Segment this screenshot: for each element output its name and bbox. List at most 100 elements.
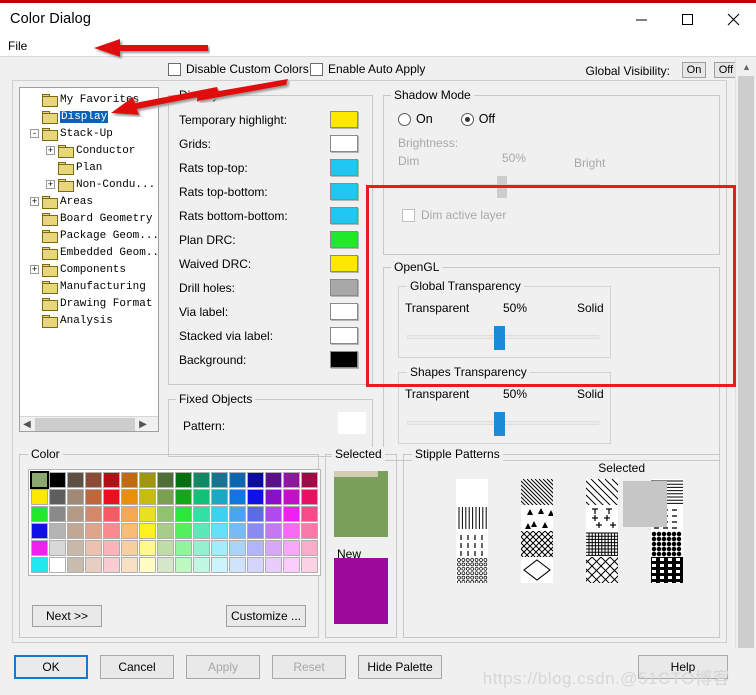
- palette-swatch[interactable]: [103, 540, 120, 556]
- palette-swatch[interactable]: [103, 489, 120, 505]
- tree-item-stack-up[interactable]: - Stack-Up: [22, 125, 158, 142]
- palette-swatch[interactable]: [157, 540, 174, 556]
- display-color-swatch[interactable]: [330, 351, 358, 368]
- palette-swatch[interactable]: [211, 472, 228, 488]
- palette-swatch[interactable]: [301, 523, 318, 539]
- diagonal-crosshatch-pattern[interactable]: [521, 531, 553, 557]
- palette-swatch[interactable]: [31, 557, 48, 573]
- palette-swatch[interactable]: [157, 489, 174, 505]
- brightness-slider[interactable]: [400, 176, 600, 198]
- palette-swatch[interactable]: [67, 540, 84, 556]
- palette-swatch[interactable]: [139, 489, 156, 505]
- palette-swatch[interactable]: [283, 472, 300, 488]
- display-color-swatch[interactable]: [330, 159, 358, 176]
- diagonal-lines-up-pattern[interactable]: [521, 479, 553, 505]
- palette-swatch[interactable]: [193, 472, 210, 488]
- maximize-icon[interactable]: [664, 3, 710, 35]
- display-color-swatch[interactable]: [330, 135, 358, 152]
- palette-swatch[interactable]: [67, 523, 84, 539]
- palette-swatch[interactable]: [31, 506, 48, 522]
- help-button[interactable]: Help: [638, 655, 728, 679]
- fixed-pattern-swatch[interactable]: [338, 412, 366, 434]
- scroll-right-icon[interactable]: ▶: [136, 417, 150, 432]
- tree-item-manufacturing[interactable]: Manufacturing: [22, 278, 158, 295]
- palette-swatch[interactable]: [67, 506, 84, 522]
- disable-custom-colors-checkbox[interactable]: Disable Custom Colors: [168, 62, 309, 76]
- vertical-scrollbar[interactable]: ▲ ▼: [735, 58, 756, 695]
- ok-button[interactable]: OK: [14, 655, 88, 679]
- palette-swatch[interactable]: [85, 540, 102, 556]
- palette-swatch[interactable]: [283, 506, 300, 522]
- palette-swatch[interactable]: [193, 523, 210, 539]
- expand-icon[interactable]: +: [46, 146, 55, 155]
- tree-item-components[interactable]: + Components: [22, 261, 158, 278]
- expand-icon[interactable]: +: [30, 197, 39, 206]
- palette-swatch[interactable]: [193, 540, 210, 556]
- color-palette[interactable]: [28, 469, 321, 576]
- tree-item-embedded-geom[interactable]: Embedded Geom...: [22, 244, 158, 261]
- palette-swatch[interactable]: [175, 540, 192, 556]
- palette-swatch[interactable]: [301, 472, 318, 488]
- vertical-lines-pattern[interactable]: [456, 505, 488, 531]
- palette-swatch[interactable]: [301, 540, 318, 556]
- scroll-left-icon[interactable]: ◀: [20, 417, 34, 432]
- tree-item-plan[interactable]: Plan: [22, 159, 158, 176]
- tree-item-display[interactable]: Display: [22, 108, 158, 125]
- palette-swatch[interactable]: [175, 557, 192, 573]
- display-color-swatch[interactable]: [330, 183, 358, 200]
- dim-active-layer-checkbox[interactable]: Dim active layer: [402, 208, 506, 222]
- display-color-swatch[interactable]: [330, 231, 358, 248]
- display-color-swatch[interactable]: [330, 327, 358, 344]
- palette-swatch[interactable]: [103, 472, 120, 488]
- palette-swatch[interactable]: [31, 540, 48, 556]
- palette-swatch[interactable]: [49, 506, 66, 522]
- palette-swatch[interactable]: [211, 506, 228, 522]
- palette-swatch[interactable]: [283, 540, 300, 556]
- palette-swatch[interactable]: [175, 523, 192, 539]
- tree-item-my-favorites[interactable]: My Favorites: [22, 91, 158, 108]
- circles-pattern[interactable]: [456, 557, 488, 583]
- palette-swatch[interactable]: [121, 506, 138, 522]
- palette-swatch[interactable]: [49, 557, 66, 573]
- next-button[interactable]: Next >>: [32, 605, 102, 627]
- hide-palette-button[interactable]: Hide Palette: [358, 655, 442, 679]
- palette-swatch[interactable]: [247, 489, 264, 505]
- layer-tree-list[interactable]: My Favorites Display - Stack-Up + Conductor Pl…: [20, 88, 158, 415]
- palette-swatch[interactable]: [139, 506, 156, 522]
- palette-swatch[interactable]: [301, 506, 318, 522]
- reset-button[interactable]: Reset: [272, 655, 346, 679]
- palette-swatch[interactable]: [265, 489, 282, 505]
- palette-swatch[interactable]: [121, 489, 138, 505]
- palette-swatch[interactable]: [229, 506, 246, 522]
- palette-swatch[interactable]: [121, 540, 138, 556]
- tree-item-board-geometry[interactable]: Board Geometry: [22, 210, 158, 227]
- palette-swatch[interactable]: [175, 506, 192, 522]
- palette-swatch[interactable]: [229, 472, 246, 488]
- palette-swatch[interactable]: [283, 523, 300, 539]
- apply-button[interactable]: Apply: [186, 655, 260, 679]
- short-vertical-dashes-pattern[interactable]: [456, 531, 488, 557]
- diagonal-lines-wide-pattern[interactable]: [586, 479, 618, 505]
- palette-swatch[interactable]: [157, 523, 174, 539]
- palette-swatch[interactable]: [85, 506, 102, 522]
- display-color-swatch[interactable]: [330, 207, 358, 224]
- palette-swatch[interactable]: [265, 472, 282, 488]
- palette-swatch[interactable]: [139, 540, 156, 556]
- palette-swatch[interactable]: [193, 557, 210, 573]
- palette-swatch[interactable]: [49, 472, 66, 488]
- palette-swatch[interactable]: [301, 557, 318, 573]
- palette-swatch[interactable]: [175, 472, 192, 488]
- collapse-icon[interactable]: -: [30, 129, 39, 138]
- palette-swatch[interactable]: [229, 523, 246, 539]
- scroll-up-icon[interactable]: ▲: [736, 58, 756, 76]
- tree-item-package-geom[interactable]: Package Geom...: [22, 227, 158, 244]
- palette-swatch[interactable]: [85, 557, 102, 573]
- solid-blank-pattern[interactable]: [456, 479, 488, 505]
- palette-swatch[interactable]: [30, 471, 49, 489]
- palette-swatch[interactable]: [229, 557, 246, 573]
- shapes-transparency-slider[interactable]: [407, 412, 599, 436]
- palette-swatch[interactable]: [139, 472, 156, 488]
- palette-swatch[interactable]: [265, 557, 282, 573]
- palette-swatch[interactable]: [49, 540, 66, 556]
- minimize-icon[interactable]: [618, 3, 664, 35]
